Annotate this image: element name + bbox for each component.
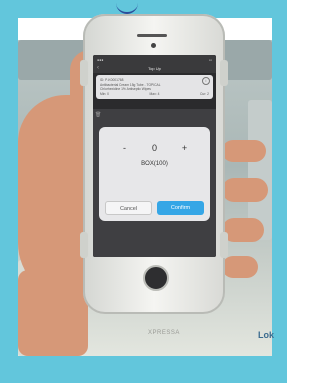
case-corner-bumper — [80, 232, 88, 258]
front-camera — [151, 43, 156, 48]
hand-finger — [222, 178, 268, 202]
info-icon[interactable]: i — [202, 77, 210, 85]
frame-bottom-border — [0, 356, 287, 383]
status-bar: ●●● ▭ — [93, 55, 216, 64]
nav-title: Top Up — [148, 66, 161, 71]
background-sign-text: Lok — [258, 330, 275, 340]
case-corner-bumper — [80, 60, 88, 86]
hand-finger — [222, 140, 266, 162]
trash-icon[interactable]: 🗑 — [95, 112, 101, 118]
quantity-stepper: - 0 + — [99, 143, 210, 153]
earpiece-speaker — [137, 34, 167, 37]
increment-button[interactable]: + — [180, 143, 190, 153]
case-corner-bumper — [220, 232, 228, 258]
hand-finger — [222, 218, 264, 242]
item-current: Cur: 2 — [200, 91, 209, 96]
battery-icon: ▭ — [208, 57, 212, 62]
unit-label: BOX(100) — [141, 161, 168, 167]
frame-left-border — [0, 0, 18, 383]
navigation-bar: ‹ Top Up — [93, 64, 216, 73]
signal-icon: ●●● — [97, 57, 104, 62]
cancel-button[interactable]: Cancel — [105, 201, 152, 215]
item-min: Min: 0 — [100, 91, 109, 96]
item-card[interactable]: i ID: P-K0001768 Antibacterial Cream 15g… — [96, 75, 213, 100]
home-button[interactable] — [143, 265, 169, 291]
confirm-button[interactable]: Confirm — [157, 201, 204, 215]
phone-screen: ●●● ▭ ‹ Top Up i ID: P-K0001768 Antibact… — [93, 55, 216, 257]
item-max: Max: 4 — [149, 91, 160, 96]
frame-right-border — [272, 0, 287, 383]
hand-wrist — [18, 270, 88, 356]
case-brand-text: XPRESSA — [148, 330, 180, 336]
case-corner-bumper — [220, 60, 228, 86]
quantity-dialog: 🗑 - 0 + BOX(100) Cancel Confirm — [95, 112, 210, 221]
decrement-button[interactable]: - — [120, 143, 130, 153]
hand-finger — [222, 256, 258, 278]
quantity-value: 0 — [151, 143, 157, 153]
item-stock-row: Min: 0 Max: 4 Cur: 2 — [100, 92, 209, 97]
